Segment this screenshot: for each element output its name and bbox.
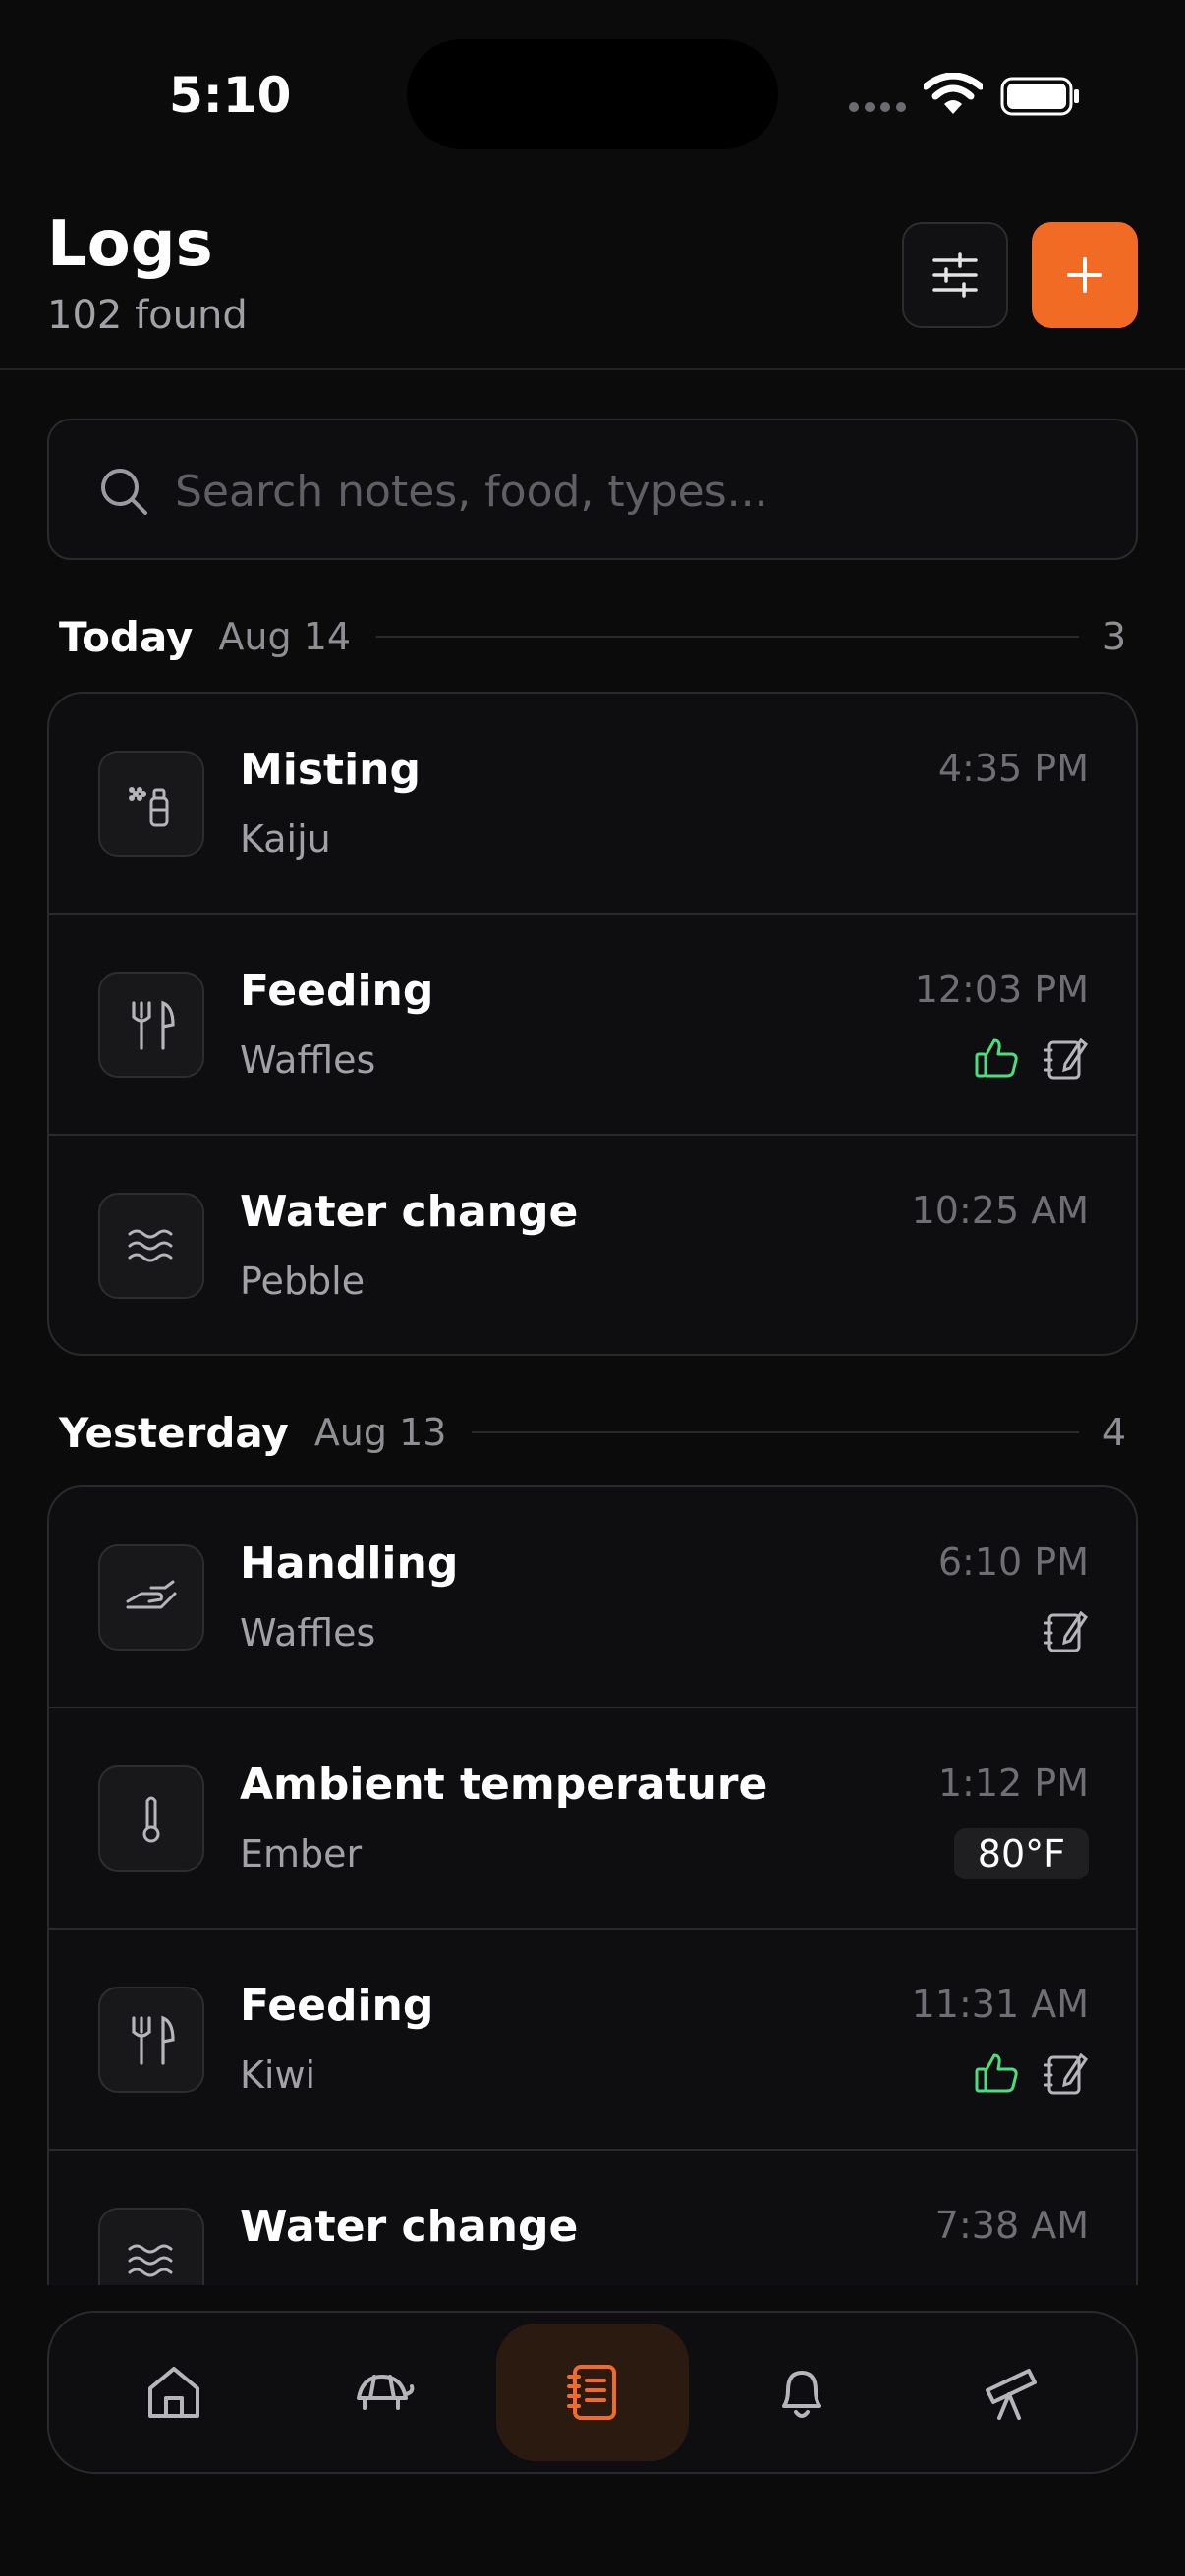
section-day: Yesterday (59, 1408, 289, 1457)
section-count: 3 (1101, 615, 1126, 658)
log-time: 10:25 AM (911, 1189, 1089, 1232)
dynamic-island (407, 39, 778, 149)
log-badges (1042, 1607, 1089, 1654)
thumbs-up-icon (975, 2053, 1018, 2093)
pet-name: Ember (240, 1832, 363, 1876)
log-group-yesterday: Handling Waffles 6:10 PM Ambient tempera… (47, 1485, 1138, 2370)
sliders-icon (932, 252, 978, 298)
log-time: 1:12 PM (937, 1762, 1089, 1805)
log-row-handling[interactable]: Handling Waffles 6:10 PM (49, 1487, 1136, 1708)
thumbs-up-icon (975, 1038, 1018, 1078)
status-time: 5:10 (169, 67, 292, 124)
pet-name: Waffles (240, 1611, 376, 1654)
log-time: 6:10 PM (937, 1540, 1089, 1584)
section-header-today: Today Aug 14 3 (59, 607, 1126, 666)
add-log-button[interactable] (1032, 222, 1138, 328)
status-bar: 5:10 (0, 0, 1185, 187)
pet-name: Waffles (240, 1038, 376, 1082)
results-count: 102 found (47, 293, 248, 338)
log-type: Feeding (240, 1981, 434, 2031)
page-header: Logs 102 found (0, 187, 1185, 370)
log-time: 4:35 PM (937, 747, 1089, 790)
home-icon (147, 2367, 199, 2418)
log-time: 12:03 PM (914, 968, 1089, 1011)
page-title: Logs (47, 208, 213, 281)
section-count: 4 (1101, 1411, 1126, 1454)
pet-name: Kiwi (240, 2053, 316, 2097)
log-row-ambient-temperature[interactable]: Ambient temperature Ember 1:12 PM 80°F (49, 1708, 1136, 1930)
spray-bottle-icon (98, 751, 204, 857)
section-header-yesterday: Yesterday Aug 13 4 (59, 1403, 1126, 1462)
tab-explore[interactable] (915, 2324, 1107, 2461)
filter-button[interactable] (902, 222, 1008, 328)
log-row-misting[interactable]: Misting Kaiju 4:35 PM (49, 694, 1136, 915)
logbook-icon (566, 2365, 616, 2420)
log-type: Feeding (240, 966, 434, 1016)
section-date: Aug 13 (313, 1411, 447, 1454)
log-time: 7:38 AM (934, 2204, 1089, 2247)
water-waves-icon (98, 1193, 204, 1299)
tab-reminders[interactable] (705, 2324, 898, 2461)
battery-icon (1000, 77, 1079, 116)
section-divider (472, 1431, 1079, 1433)
log-type: Ambient temperature (240, 1760, 768, 1810)
note-icon (1044, 1610, 1089, 1652)
section-divider (376, 636, 1079, 638)
note-icon (1044, 1037, 1089, 1080)
tab-logs[interactable] (495, 2324, 689, 2461)
tab-pets[interactable] (287, 2324, 480, 2461)
pet-name: Kaiju (240, 817, 331, 861)
turtle-icon (356, 2375, 415, 2410)
wifi-icon (924, 73, 983, 114)
log-row-feeding[interactable]: Feeding Waffles 12:03 PM (49, 915, 1136, 1136)
utensils-icon (98, 1987, 204, 2093)
log-badges: 80°F (953, 1828, 1089, 1879)
plus-icon (1067, 257, 1102, 293)
search-bar[interactable] (47, 419, 1138, 560)
log-type: Water change (240, 2202, 579, 2252)
log-time: 11:31 AM (911, 1983, 1089, 2026)
bell-icon (782, 2371, 822, 2418)
log-row-water-change[interactable]: Water change Pebble 10:25 AM (49, 1136, 1136, 1354)
cellular-signal-icon (849, 102, 906, 112)
log-group-today: Misting Kaiju 4:35 PM Feeding Waffles 12… (47, 692, 1138, 1356)
log-badges (973, 1035, 1089, 1082)
log-type: Handling (240, 1539, 459, 1589)
hand-icon (98, 1544, 204, 1651)
thermometer-icon (98, 1765, 204, 1872)
search-icon (101, 469, 147, 515)
log-type: Misting (240, 745, 421, 795)
note-icon (1044, 2052, 1089, 2095)
pet-name: Pebble (240, 1260, 366, 1303)
log-type: Water change (240, 1187, 579, 1237)
tab-home[interactable] (78, 2324, 270, 2461)
search-input[interactable] (175, 452, 1099, 531)
telescope-icon (986, 2369, 1038, 2420)
section-date: Aug 14 (218, 615, 352, 658)
utensils-icon (98, 972, 204, 1078)
log-badges (973, 2049, 1089, 2097)
section-day: Today (59, 612, 194, 661)
log-row-feeding[interactable]: Feeding Kiwi 11:31 AM (49, 1930, 1136, 2151)
temperature-tag: 80°F (953, 1828, 1089, 1879)
bottom-tab-bar (47, 2311, 1138, 2474)
